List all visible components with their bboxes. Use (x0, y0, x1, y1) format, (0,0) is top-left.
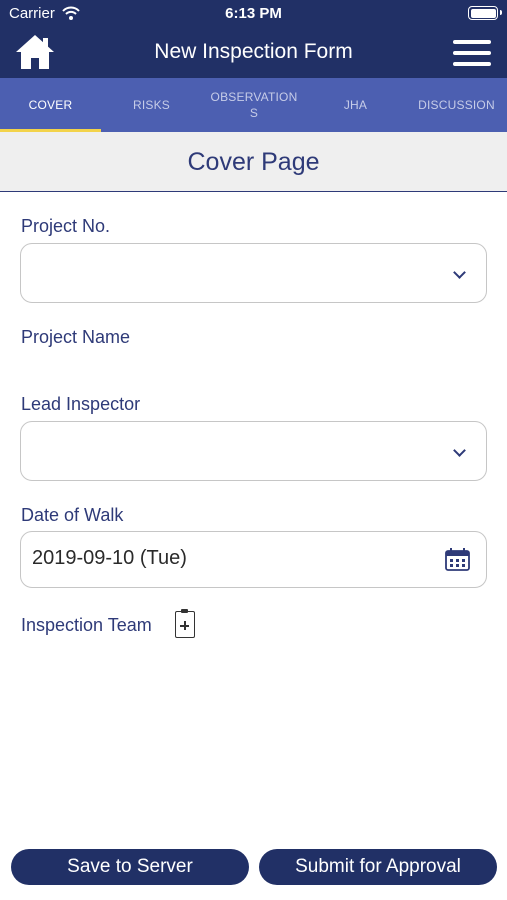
status-bar: Carrier 6:13 PM (0, 0, 507, 28)
submit-for-approval-button[interactable]: Submit for Approval (259, 849, 497, 885)
battery-icon (468, 6, 502, 20)
status-time: 6:13 PM (225, 5, 282, 22)
lead-inspector-dropdown[interactable] (20, 421, 487, 481)
inspection-team-label: Inspection Team (21, 615, 152, 635)
tab-risks-label: RISKS (132, 98, 170, 112)
chevron-down-icon (453, 444, 466, 457)
tab-observations[interactable]: OBSERVATION S (203, 78, 305, 132)
project-no-label: Project No. (21, 216, 111, 236)
chevron-down-icon (453, 266, 466, 279)
tab-discussion-label: DISCUSSION (418, 98, 495, 112)
section-title: Cover Page (187, 148, 320, 176)
tab-jha-label: JHA (343, 98, 368, 112)
menu-icon[interactable] (453, 40, 491, 67)
tab-discussion[interactable]: DISCUSSION (406, 78, 507, 132)
date-of-walk-value: 2019-09-10 (Tue) (32, 547, 187, 569)
page-title: New Inspection Form (154, 40, 353, 63)
tab-jha[interactable]: JHA (305, 78, 406, 132)
add-team-member-icon[interactable] (175, 609, 195, 638)
project-name-label: Project Name (21, 327, 131, 347)
project-no-dropdown[interactable] (20, 243, 487, 303)
tab-observations-label: OBSERVATION S (210, 90, 298, 120)
tab-cover-label: COVER (28, 98, 73, 112)
date-of-walk-label: Date of Walk (21, 505, 124, 525)
tab-risks[interactable]: RISKS (101, 78, 202, 132)
save-to-server-button[interactable]: Save to Server (11, 849, 249, 885)
tab-bar: COVER RISKS OBSERVATION S JHA DISCUSSION (0, 78, 507, 132)
tab-cover[interactable]: COVER (0, 78, 101, 132)
section-header: Cover Page (0, 132, 507, 192)
calendar-icon[interactable] (445, 548, 470, 571)
nav-bar: New Inspection Form (0, 28, 507, 78)
date-of-walk-field[interactable]: 2019-09-10 (Tue) (20, 531, 487, 588)
lead-inspector-label: Lead Inspector (21, 394, 141, 414)
